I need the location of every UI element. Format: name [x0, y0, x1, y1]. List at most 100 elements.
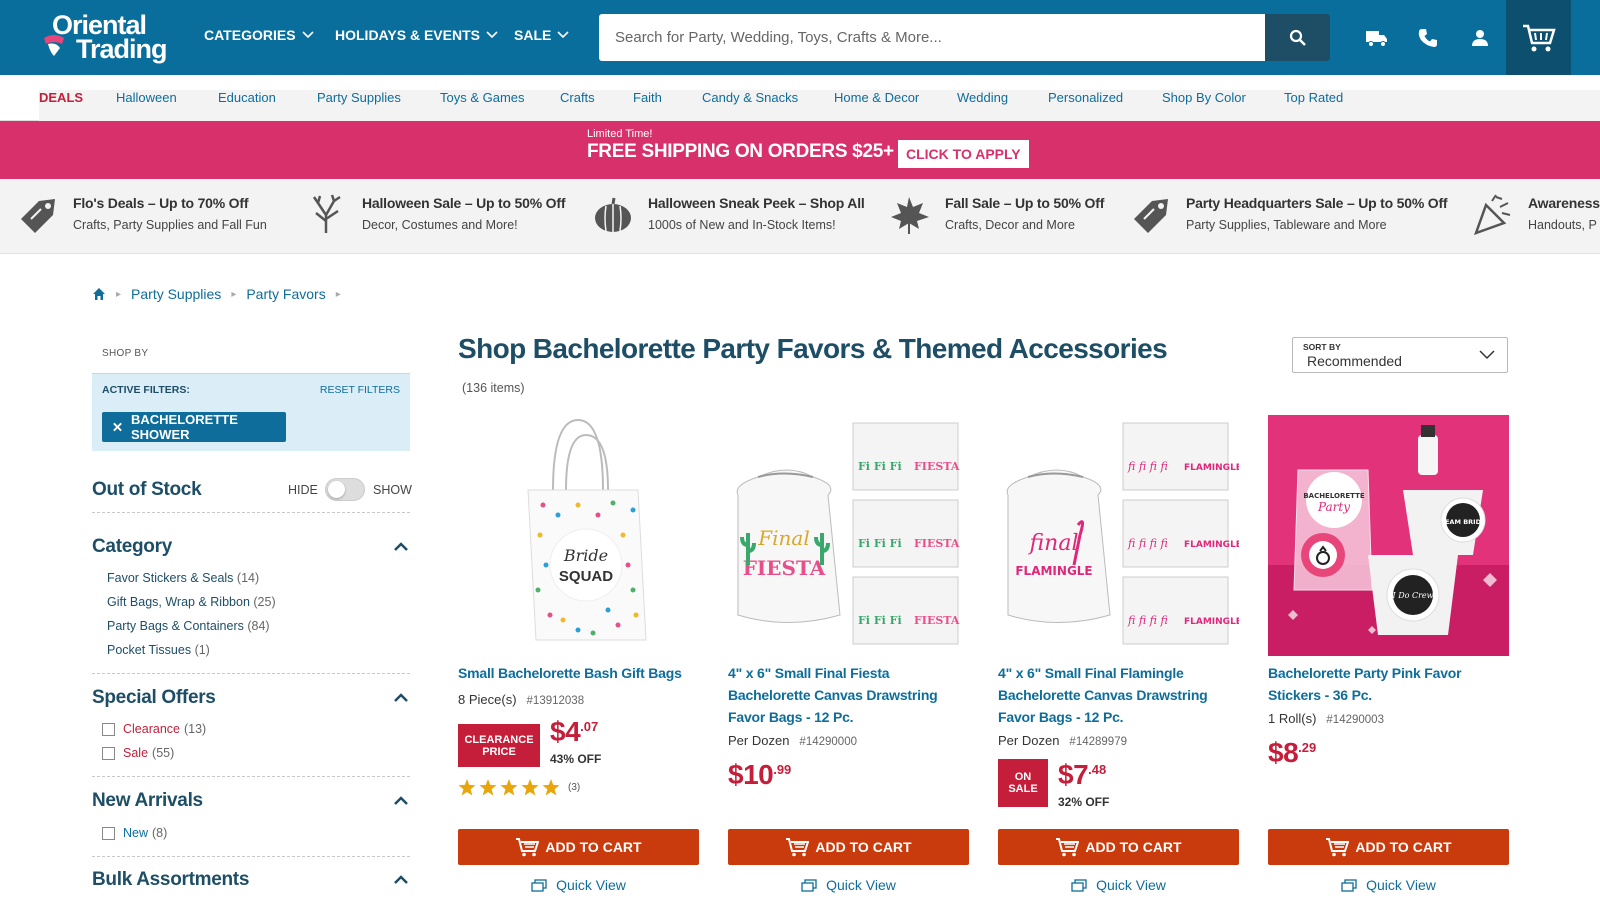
cat-link-faith[interactable]: Faith: [633, 90, 662, 105]
cat-link-personalized[interactable]: Personalized: [1048, 90, 1123, 105]
bulk-assortments-heading[interactable]: Bulk Assortments: [92, 869, 249, 891]
promo-limited: Limited Time!: [587, 128, 653, 140]
click-to-apply-button[interactable]: CLICK TO APPLY: [898, 140, 1029, 168]
quick-view-icon: [801, 878, 817, 892]
sort-by-select[interactable]: SORT BY Recommended: [1292, 337, 1508, 373]
breadcrumb-party-supplies[interactable]: Party Supplies: [131, 286, 221, 302]
truck-icon[interactable]: [1361, 22, 1393, 54]
product-name[interactable]: 4" x 6" Small Final Flamingle Bacheloret…: [998, 662, 1239, 728]
special-offers-heading[interactable]: Special Offers: [92, 687, 216, 709]
product-name[interactable]: 4" x 6" Small Final Fiesta Bachelorette …: [728, 662, 969, 728]
star-rating[interactable]: (3): [458, 779, 580, 796]
nav-holidays-label: HOLIDAYS & EVENTS: [335, 27, 480, 43]
category-link[interactable]: Gift Bags, Wrap & Ribbon (25): [107, 595, 276, 609]
cat-link-toys-games[interactable]: Toys & Games: [440, 90, 525, 105]
deal-title: Halloween Sneak Peek – Shop All: [648, 195, 865, 211]
svg-text:Bride: Bride: [563, 546, 608, 565]
show-label: SHOW: [373, 483, 412, 497]
cart-icon: [1326, 838, 1350, 857]
deal-subtitle: Party Supplies, Tableware and More: [1186, 218, 1387, 232]
cat-link-top-rated[interactable]: Top Rated: [1284, 90, 1343, 105]
quick-view-link[interactable]: Quick View: [728, 877, 969, 893]
product-unit: 8 Piece(s) #13912038: [458, 692, 585, 707]
chevron-up-icon[interactable]: [393, 542, 409, 552]
phone-icon[interactable]: [1412, 22, 1444, 54]
chevron-up-icon[interactable]: [393, 796, 409, 806]
nav-categories[interactable]: CATEGORIES: [204, 27, 314, 43]
category-link[interactable]: Pocket Tissues (1): [107, 643, 210, 657]
checkbox[interactable]: [102, 826, 115, 840]
add-to-cart-button[interactable]: ADD TO CART: [1268, 829, 1509, 865]
confetti-icon: [1473, 194, 1511, 235]
cat-link-crafts[interactable]: Crafts: [560, 90, 595, 105]
svg-text:FLAMINGLE: FLAMINGLE: [1184, 463, 1239, 473]
product-image[interactable]: BACHELORETTE Party TEAM BRIDE I Do Crew: [1268, 415, 1509, 656]
chevron-down-icon: [1479, 350, 1495, 360]
svg-text:Party: Party: [1317, 500, 1350, 514]
cat-link-candy-snacks[interactable]: Candy & Snacks: [702, 90, 798, 105]
logo[interactable]: Oriental Trading: [42, 10, 172, 66]
account-icon[interactable]: [1464, 22, 1496, 54]
tag-icon: [1134, 199, 1168, 233]
filter-chip-bachelorette-shower[interactable]: BACHELORETTE SHOWER: [102, 412, 286, 442]
product-sku: #14289979: [1069, 736, 1127, 748]
reset-filters-link[interactable]: RESET FILTERS: [320, 384, 400, 396]
promo-banner[interactable]: Limited Time! FREE SHIPPING ON ORDERS $2…: [0, 121, 1600, 179]
svg-text:Fi Fi Fi: Fi Fi Fi: [858, 460, 902, 473]
add-to-cart-button[interactable]: ADD TO CART: [998, 829, 1239, 865]
new-arrivals-heading[interactable]: New Arrivals: [92, 790, 203, 812]
svg-text:fi fi fi fi: fi fi fi fi: [1127, 460, 1168, 473]
quick-view-label: Quick View: [1366, 877, 1436, 893]
nav-holidays-events[interactable]: HOLIDAYS & EVENTS: [335, 27, 498, 43]
active-filters-label: ACTIVE FILTERS:: [102, 384, 190, 396]
quick-view-label: Quick View: [1096, 877, 1166, 893]
product-image[interactable]: Bride SQUAD: [458, 415, 699, 656]
chevron-down-icon: [557, 31, 569, 39]
checkbox[interactable]: [102, 746, 115, 760]
cat-link-shop-by-color[interactable]: Shop By Color: [1162, 90, 1246, 105]
tag-icon: [21, 199, 55, 233]
search-input[interactable]: [599, 14, 1265, 61]
deal-subtitle: Decor, Costumes and More!: [362, 218, 518, 232]
nav-sale[interactable]: SALE: [514, 27, 569, 43]
search-button[interactable]: [1265, 14, 1330, 61]
add-to-cart-label: ADD TO CART: [1355, 839, 1452, 855]
quick-view-link[interactable]: Quick View: [1268, 877, 1509, 893]
category-heading[interactable]: Category: [92, 536, 172, 558]
sale-checkbox[interactable]: Sale (55): [102, 746, 174, 760]
discount-label: 32% OFF: [1058, 795, 1110, 809]
product-name[interactable]: Small Bachelorette Bash Gift Bags: [458, 662, 699, 684]
product-image[interactable]: fi fi fi fi fi fi fi fi fi fi fi fi FLAMIN…: [998, 415, 1239, 656]
cat-link-halloween[interactable]: Halloween: [116, 90, 177, 105]
breadcrumb-separator: ▸: [335, 288, 341, 300]
cat-link-education[interactable]: Education: [218, 90, 276, 105]
svg-text:Fi Fi Fi: Fi Fi Fi: [858, 614, 902, 627]
category-link[interactable]: Party Bags & Containers (84): [107, 619, 270, 633]
quick-view-icon: [531, 878, 547, 892]
quick-view-link[interactable]: Quick View: [458, 877, 699, 893]
product-name[interactable]: Bachelorette Party Pink Favor Stickers -…: [1268, 662, 1509, 706]
breadcrumb-party-favors[interactable]: Party Favors: [246, 286, 325, 302]
quick-view-link[interactable]: Quick View: [998, 877, 1239, 893]
chevron-up-icon[interactable]: [393, 693, 409, 703]
add-to-cart-button[interactable]: ADD TO CART: [728, 829, 969, 865]
product-price: $8.29: [1268, 737, 1317, 768]
new-checkbox[interactable]: New (8): [102, 826, 167, 840]
clearance-checkbox[interactable]: Clearance (13): [102, 722, 206, 736]
cat-link-home-decor[interactable]: Home & Decor: [834, 90, 919, 105]
cat-link-wedding[interactable]: Wedding: [957, 90, 1008, 105]
product-image[interactable]: Fi Fi Fi Fi Fi Fi Fi Fi Fi FIESTA FIESTA FIE…: [728, 415, 969, 656]
add-to-cart-button[interactable]: ADD TO CART: [458, 829, 699, 865]
chevron-up-icon[interactable]: [393, 875, 409, 885]
page-title: Shop Bachelorette Party Favors & Themed …: [458, 333, 1168, 364]
cart-icon: [1522, 24, 1556, 51]
category-link[interactable]: Favor Stickers & Seals (14): [107, 571, 259, 585]
out-of-stock-toggle[interactable]: [325, 478, 365, 501]
svg-text:final: final: [1028, 531, 1079, 556]
cart-button[interactable]: [1506, 0, 1571, 75]
breadcrumb-separator: ▸: [116, 288, 122, 300]
cat-link-party-supplies[interactable]: Party Supplies: [317, 90, 401, 105]
home-icon[interactable]: [92, 287, 106, 301]
checkbox[interactable]: [102, 722, 115, 736]
shop-by-label: SHOP BY: [102, 348, 149, 359]
